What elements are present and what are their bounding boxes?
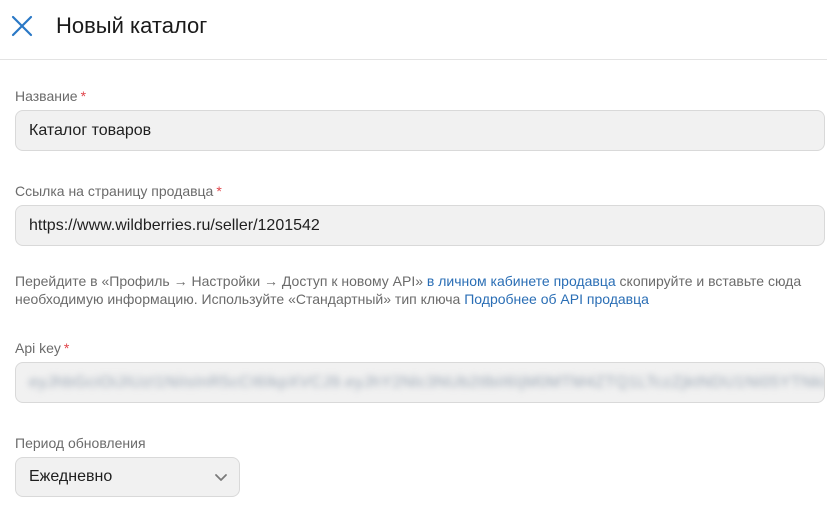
- seller-link-label: Ссылка на страницу продавца *: [15, 182, 222, 200]
- name-input-value: Каталог товаров: [29, 122, 152, 139]
- refresh-period-value: Ежедневно: [29, 468, 113, 485]
- refresh-period-select[interactable]: Ежедневно: [15, 457, 240, 497]
- refresh-period-label: Период обновления: [15, 435, 146, 451]
- close-icon: [11, 15, 33, 37]
- seller-link-input[interactable]: https://www.wildberries.ru/seller/120154…: [15, 205, 825, 246]
- page-header: Новый каталог: [0, 0, 827, 60]
- chevron-down-icon: [215, 474, 227, 481]
- seller-link-label-text: Ссылка на страницу продавца: [15, 183, 214, 199]
- hint-text-1: Перейдите в «Профиль → Настройки → Досту…: [15, 273, 424, 289]
- name-label: Название *: [15, 87, 86, 105]
- close-button[interactable]: [10, 14, 34, 38]
- api-key-input[interactable]: eyJhbGciOiJIUzI1NiIsInR5cCI6IkpXVCJ9.eyJ…: [15, 362, 825, 403]
- seller-api-docs-link[interactable]: Подробнее об API продавца: [464, 291, 649, 307]
- api-key-input-value: eyJhbGciOiJIUzI1NiIsInR5cCI6IkpXVCJ9.eyJ…: [29, 374, 824, 391]
- page-title: Новый каталог: [56, 13, 208, 38]
- name-input[interactable]: Каталог товаров: [15, 110, 825, 151]
- api-key-label: Api key *: [15, 339, 69, 357]
- seller-link-input-value: https://www.wildberries.ru/seller/120154…: [29, 217, 320, 234]
- name-label-text: Название: [15, 88, 78, 104]
- api-hint: Перейдите в «Профиль → Настройки → Досту…: [15, 272, 815, 308]
- required-mark: *: [216, 183, 222, 199]
- new-catalog-page: Новый каталог Название * Каталог товаров …: [0, 0, 827, 531]
- seller-cabinet-link[interactable]: в личном кабинете продавца: [427, 273, 616, 289]
- required-mark: *: [80, 88, 87, 104]
- required-mark: *: [63, 340, 70, 356]
- api-key-label-text: Api key: [15, 340, 61, 356]
